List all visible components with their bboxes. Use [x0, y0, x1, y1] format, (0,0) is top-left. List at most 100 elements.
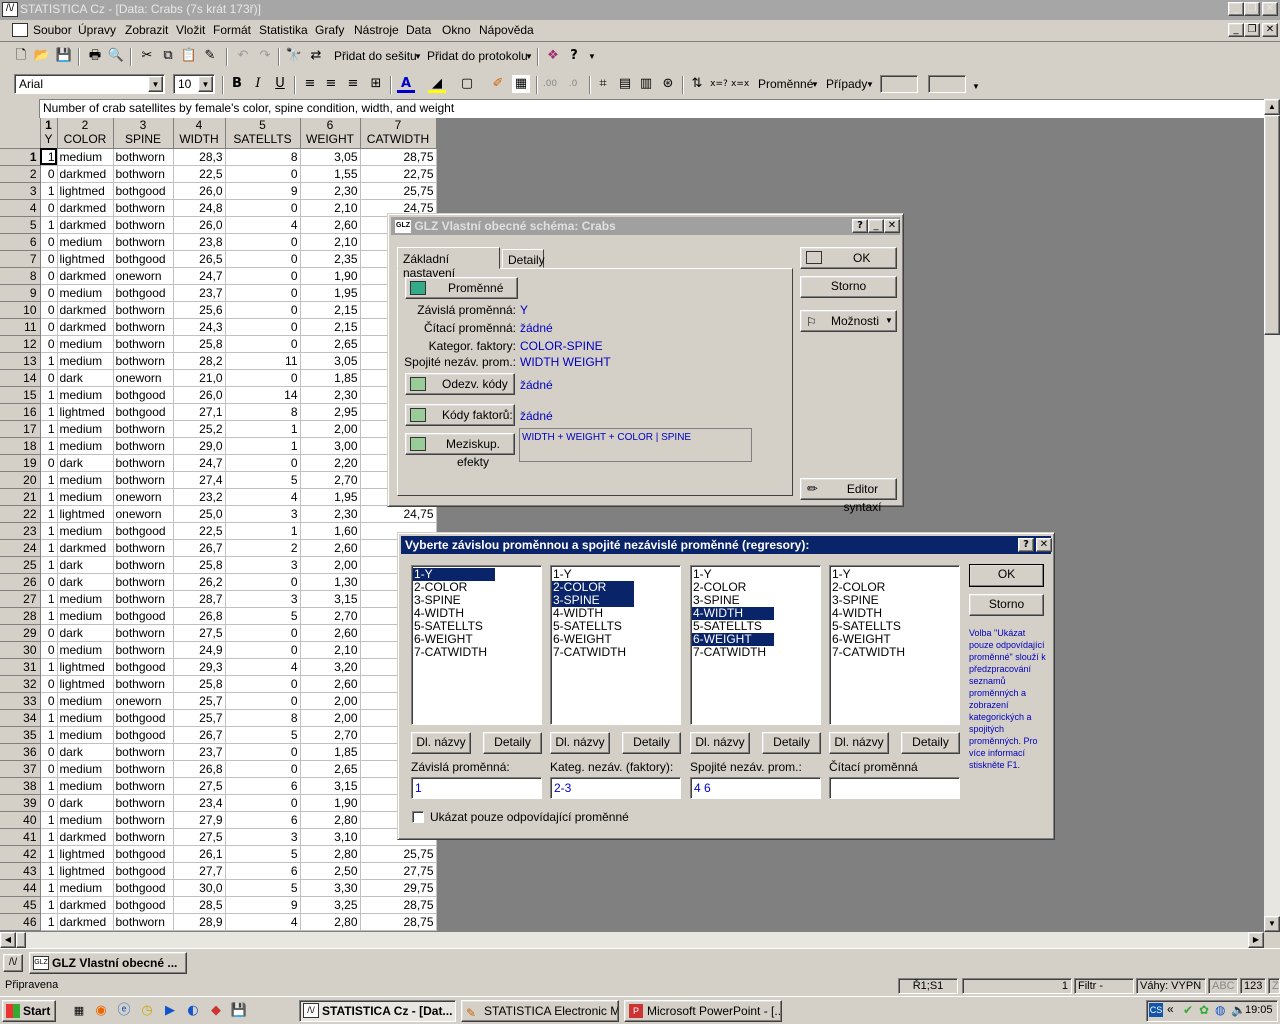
data-cell[interactable]: 27,9 [173, 811, 226, 829]
data-cell[interactable]: 6 [225, 811, 301, 829]
new-icon[interactable]: 🗋 [12, 47, 30, 65]
data-cell[interactable]: bothgood [113, 522, 174, 540]
data-cell[interactable]: 0 [40, 165, 58, 183]
data-cell[interactable]: 1 [40, 420, 58, 438]
data-cell[interactable]: 1 [40, 148, 58, 166]
data-cell[interactable]: 29,75 [360, 879, 437, 897]
data-cell[interactable]: 28,2 [173, 352, 226, 370]
status-weights[interactable]: Váhy: VYPN [1136, 978, 1206, 994]
data-cell[interactable]: medium [57, 777, 114, 795]
data-cell[interactable]: 0 [225, 624, 301, 642]
options-button[interactable]: ⚐ Možnosti ▼ [800, 310, 897, 332]
column-header[interactable]: 5 SATELLTS [225, 118, 301, 149]
data-cell[interactable]: 2,00 [300, 556, 361, 574]
categorical-field[interactable]: 2-3 [550, 777, 681, 799]
data-cell[interactable]: 2,00 [300, 692, 361, 710]
data-cell[interactable]: 1 [40, 386, 58, 404]
data-cell[interactable]: 0 [225, 199, 301, 217]
data-cell[interactable]: bothgood [113, 607, 174, 625]
data-cell[interactable]: 1 [40, 845, 58, 863]
data-cell[interactable]: 0 [40, 335, 58, 353]
data-cell[interactable]: 26,0 [173, 182, 226, 200]
data-cell[interactable]: 2,30 [300, 505, 361, 523]
menu-zobrazit[interactable]: Zobrazit [125, 23, 168, 37]
data-cell[interactable]: 0 [40, 369, 58, 387]
add-workbook-dropdown-icon[interactable]: ▼ [414, 52, 422, 61]
data-cell[interactable]: 26,7 [173, 539, 226, 557]
data-cell[interactable]: medium [57, 284, 114, 302]
close-icon[interactable]: ✕ [1036, 538, 1052, 552]
row-header[interactable]: 39 [0, 794, 41, 812]
data-cell[interactable]: 2,65 [300, 335, 361, 353]
stats-icon-3[interactable]: ▥ [637, 75, 655, 93]
cases-menu[interactable]: Případy [826, 77, 867, 91]
data-cell[interactable]: 1 [40, 862, 58, 880]
categorical-variable-list[interactable]: 1-Y 2-COLOR 3-SPINE 4-WIDTH 5-SATELLTS 6-WEIG… [550, 565, 681, 725]
data-cell[interactable]: bothworn [113, 590, 174, 608]
list-item[interactable]: 7-CATWIDTH [692, 646, 774, 659]
sort-icon[interactable]: ⇅ [688, 75, 706, 93]
data-cell[interactable]: 2,15 [300, 318, 361, 336]
data-cell[interactable]: bothworn [113, 216, 174, 234]
data-cell[interactable]: bothworn [113, 318, 174, 336]
data-cell[interactable]: bothgood [113, 862, 174, 880]
data-cell[interactable]: 0 [40, 284, 58, 302]
row-header[interactable]: 41 [0, 828, 41, 846]
row-header[interactable]: 31 [0, 658, 41, 676]
data-cell[interactable]: 6 [225, 777, 301, 795]
menu-data[interactable]: Data [406, 23, 431, 37]
details-button-1[interactable]: Detaily [483, 732, 542, 754]
data-cell[interactable]: bothgood [113, 403, 174, 421]
data-cell[interactable]: 0 [40, 573, 58, 591]
quicklaunch-icon-6[interactable]: ◐ [184, 1002, 202, 1020]
details-button-2[interactable]: Detaily [622, 732, 681, 754]
data-cell[interactable]: 26,0 [173, 386, 226, 404]
data-cell[interactable]: 26,8 [173, 607, 226, 625]
data-cell[interactable]: 2,65 [300, 760, 361, 778]
data-cell[interactable]: 0 [40, 301, 58, 319]
data-cell[interactable]: medium [57, 488, 114, 506]
data-cell[interactable]: 1 [40, 505, 58, 523]
data-cell[interactable]: 3,25 [300, 896, 361, 914]
row-header[interactable]: 36 [0, 743, 41, 761]
tray-icon-3[interactable]: ◍ [1215, 1003, 1225, 1017]
data-cell[interactable]: medium [57, 726, 114, 744]
data-cell[interactable]: 1,85 [300, 369, 361, 387]
row-header[interactable]: 42 [0, 845, 41, 863]
list-item[interactable]: 7-CATWIDTH [413, 646, 495, 659]
align-center-icon[interactable]: ≡ [322, 75, 340, 93]
data-cell[interactable]: 0 [225, 267, 301, 285]
data-cell[interactable]: 0 [225, 233, 301, 251]
data-cell[interactable]: 0 [225, 301, 301, 319]
data-cell[interactable]: 0 [40, 199, 58, 217]
data-cell[interactable]: 1,55 [300, 165, 361, 183]
data-cell[interactable]: 28,3 [173, 148, 226, 166]
data-notes[interactable]: Number of crab satellites by female's co… [40, 100, 1264, 118]
data-cell[interactable]: bothworn [113, 794, 174, 812]
data-cell[interactable]: 25,75 [360, 845, 437, 863]
data-cell[interactable]: 14 [225, 386, 301, 404]
row-header[interactable]: 38 [0, 777, 41, 795]
data-cell[interactable]: 2,00 [300, 709, 361, 727]
row-header[interactable]: 5 [0, 216, 41, 234]
data-cell[interactable]: bothworn [113, 165, 174, 183]
data-cell[interactable]: 25,0 [173, 505, 226, 523]
data-cell[interactable]: 27,75 [360, 862, 437, 880]
cancel-button[interactable]: Storno [800, 276, 897, 298]
data-cell[interactable]: 1 [40, 590, 58, 608]
row-header[interactable]: 40 [0, 811, 41, 829]
response-codes-button[interactable]: Odezv. kódy [405, 373, 515, 395]
vertical-scrollbar[interactable]: ▲ ▼ [1264, 99, 1280, 932]
data-cell[interactable]: darkmed [57, 216, 114, 234]
data-cell[interactable]: 0 [225, 284, 301, 302]
data-cell[interactable]: 2,30 [300, 386, 361, 404]
align-right-icon[interactable]: ≡ [344, 75, 362, 93]
data-cell[interactable]: 22,5 [173, 165, 226, 183]
data-cell[interactable]: 0 [225, 641, 301, 659]
data-cell[interactable]: 24,7 [173, 267, 226, 285]
data-grid[interactable]: 1 Y 2 COLOR 3 SPINE 4 WIDTH 5 SATELLTS 6 WEIGHT 7 CAT… [0, 118, 437, 931]
data-cell[interactable]: medium [57, 352, 114, 370]
data-cell[interactable]: oneworn [113, 267, 174, 285]
data-cell[interactable]: 1 [40, 879, 58, 897]
varsel-ok-button[interactable]: OK [969, 564, 1044, 587]
